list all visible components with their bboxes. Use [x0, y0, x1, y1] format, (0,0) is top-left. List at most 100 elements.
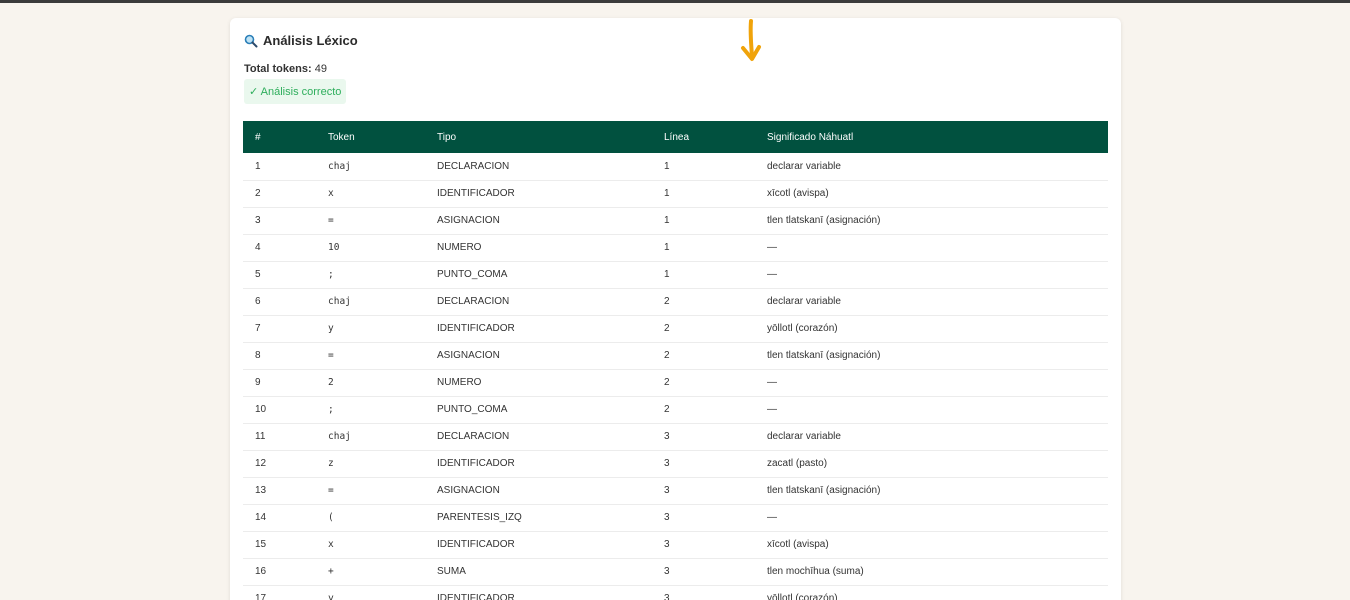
table-row: 2 x IDENTIFICADOR 1 xīcotl (avispa) [243, 180, 1108, 207]
table-row: 9 2 NUMERO 2 — [243, 369, 1108, 396]
lexical-analysis-panel: Análisis Léxico Total tokens: 49 ✓ Análi… [230, 18, 1121, 600]
cell-type: IDENTIFICADOR [437, 458, 515, 469]
table-row: 7 y IDENTIFICADOR 2 yōllotl (corazón) [243, 315, 1108, 342]
cell-token: chaj [328, 431, 351, 442]
cell-number: 2 [255, 188, 261, 199]
cell-number: 17 [255, 593, 267, 600]
cell-type: NUMERO [437, 242, 482, 253]
total-tokens-value: 49 [314, 63, 327, 75]
cell-line: 3 [664, 431, 670, 442]
cell-number: 9 [255, 377, 261, 388]
cell-token: ; [328, 404, 334, 415]
panel-title: Análisis Léxico [244, 33, 358, 48]
cell-line: 2 [664, 377, 670, 388]
table-body: 1 chaj DECLARACION 1 declarar variable 2 x IDEN… [243, 153, 1108, 600]
cell-number: 11 [255, 431, 266, 442]
cell-meaning: xīcotl (avispa) [767, 539, 829, 550]
col-number: # [255, 131, 261, 143]
cell-token: + [328, 566, 334, 577]
cell-type: DECLARACION [437, 296, 510, 307]
table-row: 1 chaj DECLARACION 1 declarar variable [243, 153, 1108, 180]
cell-line: 2 [664, 404, 670, 415]
cell-meaning: xīcotl (avispa) [767, 188, 829, 199]
table-row: 14 (PARENTESIS_IZQ 3 — [243, 504, 1108, 531]
table-row: 12 z IDENTIFICADOR 3 zacatl (pasto) [243, 450, 1108, 477]
cell-line: 3 [664, 566, 670, 577]
cell-meaning: declarar variable [767, 431, 841, 442]
table-row: 6 chaj DECLARACION 2 declarar variable [243, 288, 1108, 315]
table-row: 13 = ASIGNACION 3 tlen tlatskanī (asignación… [243, 477, 1108, 504]
cell-line: 3 [664, 485, 670, 496]
cell-line: 1 [664, 269, 670, 280]
cell-number: 13 [255, 485, 267, 496]
col-token: Token [328, 131, 355, 143]
cell-type: ASIGNACION [437, 215, 500, 226]
cell-number: 1 [255, 160, 261, 172]
cell-number: 12 [255, 458, 267, 469]
cell-number: 8 [255, 350, 261, 361]
panel-title-text: Análisis Léxico [263, 33, 358, 48]
cell-meaning: declarar variable [767, 296, 841, 307]
cell-token: x [328, 539, 334, 550]
cell-token: = [328, 485, 334, 496]
cell-meaning: — [767, 269, 777, 280]
cell-line: 1 [664, 188, 670, 199]
cell-line: 3 [664, 458, 670, 469]
cell-meaning: tlen mochīhua (suma) [767, 566, 864, 577]
cell-line: 2 [664, 350, 670, 361]
cell-type: IDENTIFICADOR [437, 323, 515, 334]
cell-number: 7 [255, 323, 261, 334]
status-badge: ✓ Análisis correcto [244, 79, 347, 104]
cell-number: 15 [255, 539, 267, 550]
cell-type: DECLARACION [437, 431, 510, 442]
cell-type: PUNTO_COMA [437, 404, 508, 415]
cell-line: 1 [664, 215, 670, 226]
table-row: 15 x IDENTIFICADOR 3 xīcotl (avispa) [243, 531, 1108, 558]
cell-type: DECLARACION [437, 160, 510, 172]
cell-meaning: — [767, 512, 777, 523]
cell-token: 10 [328, 242, 340, 253]
col-type: Tipo [437, 131, 457, 143]
cell-type: SUMA [437, 566, 466, 577]
cell-line: 2 [664, 323, 670, 334]
table-row: 16 + SUMA 3 tlen mochīhua (suma) [243, 558, 1108, 585]
col-line: Línea [664, 131, 690, 143]
cell-line: 3 [664, 593, 670, 600]
tokens-table: # Token Tipo Línea Significado Náhuatl 1… [243, 121, 1108, 600]
total-tokens: Total tokens: 49 [244, 63, 327, 75]
cell-meaning: yōllotl (corazón) [767, 593, 838, 600]
arrow-down-icon [741, 19, 761, 61]
cell-token: = [328, 350, 334, 361]
cell-line: 2 [664, 296, 670, 307]
cell-token: y [328, 323, 334, 334]
table-row: 17 y IDENTIFICADOR 3 yōllotl (corazón) [243, 585, 1108, 600]
table-row: 10; PUNTO_COMA 2 — [243, 396, 1108, 423]
cell-type: PARENTESIS_IZQ [437, 512, 522, 523]
cell-type: NUMERO [437, 377, 482, 388]
cell-meaning: — [767, 404, 777, 415]
top-bar [0, 0, 1350, 3]
cell-number: 3 [255, 215, 261, 226]
cell-line: 3 [664, 512, 670, 523]
cell-line: 1 [664, 160, 670, 172]
cell-meaning: — [767, 242, 777, 253]
cell-token: x [328, 188, 334, 199]
cell-token: = [328, 215, 334, 226]
cell-number: 5 [255, 269, 261, 280]
cell-line: 1 [664, 242, 670, 253]
cell-type: PUNTO_COMA [437, 269, 508, 280]
cell-type: ASIGNACION [437, 350, 500, 361]
cell-token: ; [328, 269, 334, 280]
cell-line: 3 [664, 539, 670, 550]
cell-type: IDENTIFICADOR [437, 188, 515, 199]
cell-number: 4 [255, 242, 261, 253]
table-row: 11 chaj DECLARACION 3 declarar variable [243, 423, 1108, 450]
cell-meaning: tlen tlatskanī (asignación) [767, 215, 881, 226]
cell-token: z [328, 458, 334, 469]
cell-token: chaj [328, 160, 351, 172]
cell-number: 14 [255, 512, 267, 523]
cell-number: 16 [255, 566, 267, 577]
magnifier-icon [244, 34, 258, 48]
cell-token: chaj [328, 296, 351, 307]
table-row: 8 = ASIGNACION 2 tlen tlatskanī (asignación) [243, 342, 1108, 369]
